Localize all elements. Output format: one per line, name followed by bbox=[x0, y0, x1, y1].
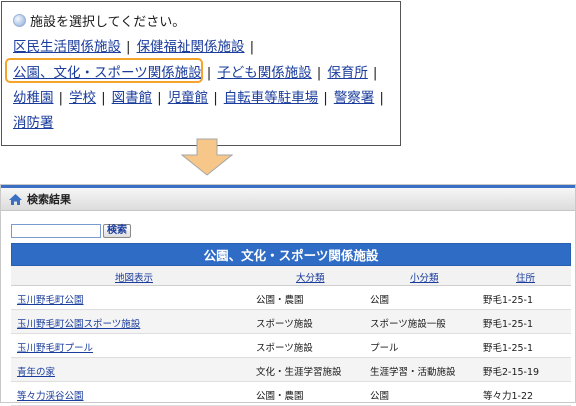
category-panel: 施設を選択してください。 区民生活関係施設 | 保健福祉関係施設 | 公園、文化・スポ… bbox=[1, 1, 401, 146]
table-row: 玉川野毛町公園スポーツ施設 スポーツ施設 スポーツ施設一般 野毛1-25-1 bbox=[11, 310, 571, 334]
column-header-map[interactable]: 地図表示 bbox=[115, 270, 153, 284]
select-prompt: 施設を選択してください。 bbox=[13, 14, 185, 31]
table-row: 青年の家 文化・生涯学習施設 生涯学習・活動施設 野毛2-15-19 bbox=[11, 358, 571, 382]
table-row: 玉川野毛町プール スポーツ施設 プール 野毛1-25-1 bbox=[11, 334, 571, 358]
column-header-subcategory[interactable]: 小分類 bbox=[410, 270, 439, 284]
results-header: 検索結果 bbox=[1, 185, 575, 211]
facility-link[interactable]: 等々力渓谷公園 bbox=[17, 388, 84, 402]
address-cell: 野毛1-25-1 bbox=[483, 343, 534, 354]
separator: | bbox=[126, 39, 131, 55]
category-link-bicycle-parking[interactable]: 自転車等駐車場 bbox=[224, 90, 319, 106]
category-line-3: 幼稚園 | 学校 | 図書館 | 児童館 | 自転車等駐車場 | 警察署 | bbox=[13, 89, 390, 107]
subcategory-cell: 公園 bbox=[370, 391, 390, 402]
facility-link[interactable]: 青年の家 bbox=[17, 364, 55, 378]
category-link-keisatsusho[interactable]: 警察署 bbox=[334, 90, 375, 106]
subcategory-cell: 公園 bbox=[370, 295, 390, 306]
results-window: 検索結果 検索 公園、文化・スポーツ関係施設 地図表示 大分類 小分類 住所 玉… bbox=[0, 184, 576, 406]
category-link-hoken-fukushi[interactable]: 保健福祉関係施設 bbox=[137, 39, 245, 55]
category-link-yochien[interactable]: 幼稚園 bbox=[13, 90, 54, 106]
separator: | bbox=[213, 90, 218, 106]
prompt-text: 施設を選択してください。 bbox=[30, 15, 186, 30]
category-link-jidokan[interactable]: 児童館 bbox=[168, 90, 209, 106]
subcategory-cell: スポーツ施設一般 bbox=[370, 319, 446, 330]
category-cell: 公園・農園 bbox=[256, 391, 304, 402]
separator: | bbox=[316, 65, 322, 81]
category-cell: 文化・生涯学習施設 bbox=[256, 367, 342, 378]
separator: | bbox=[249, 39, 255, 55]
subcategory-cell: プール bbox=[370, 343, 399, 354]
results-table: 公園、文化・スポーツ関係施設 地図表示 大分類 小分類 住所 玉川野毛町公園 公… bbox=[11, 243, 571, 406]
search-button[interactable]: 検索 bbox=[103, 224, 131, 238]
search-input[interactable] bbox=[11, 224, 101, 238]
category-link-kodomo[interactable]: 子ども関係施設 bbox=[217, 65, 312, 81]
separator: | bbox=[101, 90, 106, 106]
category-link-hoikusho[interactable]: 保育所 bbox=[327, 65, 368, 81]
address-cell: 等々力1-22 bbox=[483, 391, 534, 402]
separator: | bbox=[157, 90, 162, 106]
address-cell: 野毛1-25-1 bbox=[483, 295, 534, 306]
home-icon bbox=[9, 194, 22, 205]
separator: | bbox=[206, 65, 212, 81]
results-title: 検索結果 bbox=[27, 193, 71, 206]
facility-link[interactable]: 玉川野毛町公園スポーツ施設 bbox=[17, 316, 140, 330]
category-cell: 公園・農園 bbox=[256, 295, 304, 306]
facility-link[interactable]: 玉川野毛町プール bbox=[17, 340, 93, 354]
down-arrow-icon bbox=[181, 138, 233, 176]
bullet-icon bbox=[13, 14, 26, 27]
column-header-category[interactable]: 大分類 bbox=[296, 270, 325, 284]
category-line-1: 区民生活関係施設 | 保健福祉関係施設 | bbox=[13, 38, 260, 56]
selected-category-highlight bbox=[5, 58, 203, 83]
subcategory-cell: 生涯学習・活動施設 bbox=[370, 367, 456, 378]
table-header-row: 地図表示 大分類 小分類 住所 bbox=[11, 266, 571, 286]
address-cell: 野毛1-25-1 bbox=[483, 319, 534, 330]
table-title: 公園、文化・スポーツ関係施設 bbox=[11, 243, 571, 266]
category-link-gakko[interactable]: 学校 bbox=[69, 90, 96, 106]
separator: | bbox=[372, 65, 378, 81]
facility-link[interactable]: 玉川野毛町公園 bbox=[17, 292, 84, 306]
table-row: 玉川野毛町公園 公園・農園 公園 野毛1-25-1 bbox=[11, 286, 571, 310]
category-link-kumin[interactable]: 区民生活関係施設 bbox=[13, 39, 121, 55]
category-cell: スポーツ施設 bbox=[256, 319, 313, 330]
category-line-4: 消防署 bbox=[13, 114, 54, 132]
separator: | bbox=[58, 90, 64, 106]
category-cell: スポーツ施設 bbox=[256, 343, 313, 354]
separator: | bbox=[323, 90, 328, 106]
category-link-shobosho[interactable]: 消防署 bbox=[13, 115, 54, 131]
separator: | bbox=[379, 90, 384, 106]
column-header-address[interactable]: 住所 bbox=[516, 270, 535, 284]
table-row: 等々力渓谷公園 公園・農園 公園 等々力1-22 bbox=[11, 382, 571, 406]
category-link-toshokan[interactable]: 図書館 bbox=[112, 90, 153, 106]
address-cell: 野毛2-15-19 bbox=[483, 367, 540, 378]
